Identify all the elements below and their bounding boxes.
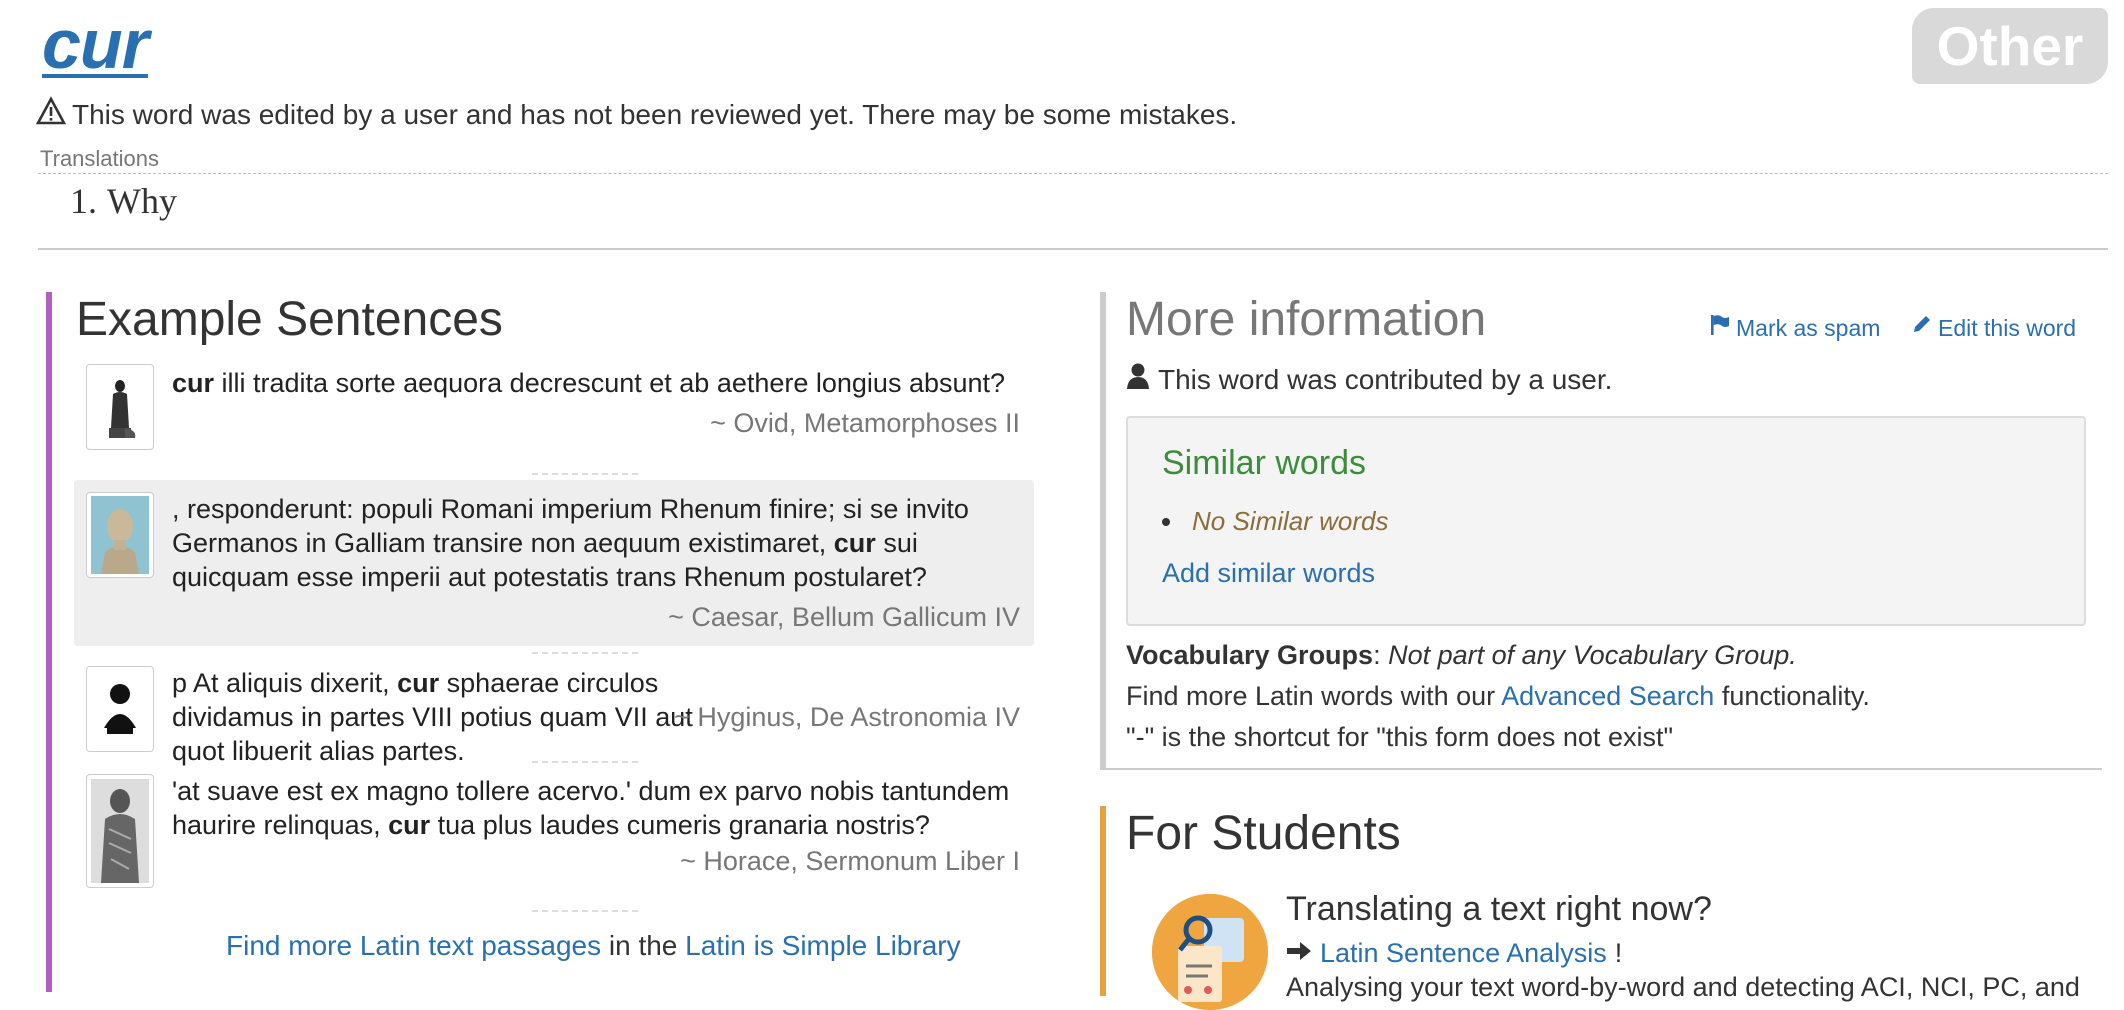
example-item: cur illi tradita sorte aequora decrescun… xyxy=(74,364,1034,454)
separator xyxy=(532,652,638,654)
translations-label: Translations xyxy=(40,146,160,171)
add-similar-words-link[interactable]: Add similar words xyxy=(1162,558,1375,589)
divider xyxy=(38,248,2108,250)
vocab-value: Not part of any Vocabulary Group. xyxy=(1388,640,1797,670)
example-sentence: cur illi tradita sorte aequora decrescun… xyxy=(172,368,1006,398)
section-heading: For Students xyxy=(1126,807,1401,860)
advanced-search-note: Find more Latin words with our Advanced … xyxy=(1126,681,1870,711)
separator xyxy=(532,910,638,912)
find-more-passages: Find more Latin text passages in the Lat… xyxy=(226,930,961,961)
more-information-panel: More information Mark as spam Edit this … xyxy=(1100,292,2102,770)
contributor-note: This word was contributed by a user. xyxy=(1126,362,1612,397)
shortcut-note: "-" is the shortcut for "this form does … xyxy=(1126,722,1674,752)
example-source[interactable]: ~ Ovid, Metamorphoses II xyxy=(710,408,1020,439)
author-thumbnail[interactable] xyxy=(86,774,154,888)
separator xyxy=(532,473,638,475)
sentence-analysis-line: Latin Sentence Analysis! xyxy=(1286,938,1622,969)
edit-word-link[interactable]: Edit this word xyxy=(1912,314,2076,342)
author-thumbnail[interactable] xyxy=(86,666,154,752)
for-students-panel: For Students Translating a text right no… xyxy=(1100,806,2102,1010)
divider xyxy=(38,173,2108,174)
word-title[interactable]: cur xyxy=(42,4,149,84)
warning-triangle-icon xyxy=(35,96,67,133)
user-icon xyxy=(1126,362,1150,397)
example-sentence: p At aliquis dixerit, cur sphaerae circu… xyxy=(172,668,693,766)
part-of-speech-badge: Other xyxy=(1912,8,2108,84)
translation-help-icon xyxy=(1152,894,1268,1010)
bullet-icon xyxy=(1162,517,1170,526)
author-thumbnail[interactable] xyxy=(86,492,154,578)
students-subheading: Translating a text right now? xyxy=(1286,890,1712,928)
example-source[interactable]: ~ Caesar, Bellum Gallicum IV xyxy=(668,602,1020,633)
advanced-search-link[interactable]: Advanced Search xyxy=(1501,681,1714,711)
section-heading: More information xyxy=(1126,293,1487,346)
find-more-link[interactable]: Find more Latin text passages xyxy=(226,930,601,961)
vocabulary-groups: Vocabulary Groups: Not part of any Vocab… xyxy=(1126,640,1797,670)
translation-number: 1. xyxy=(70,181,97,221)
example-source[interactable]: ~ Horace, Sermonum Liber I xyxy=(680,846,1020,877)
translation-text: Why xyxy=(107,181,177,221)
example-item: 'at suave est ex magno tollere acervo.' … xyxy=(74,774,1034,894)
example-sentences-panel: Example Sentences cur illi tradita sorte… xyxy=(46,292,1042,992)
translation-item: 1. Why xyxy=(70,180,177,222)
pencil-icon xyxy=(1912,314,1932,342)
mark-as-spam-link[interactable]: Mark as spam xyxy=(1710,314,1880,342)
review-warning: This word was edited by a user and has n… xyxy=(35,96,1238,133)
example-item: , responderunt: populi Romani imperium R… xyxy=(74,480,1034,646)
library-link[interactable]: Latin is Simple Library xyxy=(685,930,960,961)
separator xyxy=(532,761,638,763)
students-description: Analysing your text word-by-word and det… xyxy=(1286,972,2080,1002)
similar-words-heading: Similar words xyxy=(1162,444,1367,482)
similar-word-item: No Similar words xyxy=(1162,506,1389,537)
section-heading: Example Sentences xyxy=(76,293,503,346)
vocab-label: Vocabulary Groups xyxy=(1126,640,1374,670)
example-source[interactable]: ~ Hyginus, De Astronomia IV xyxy=(674,702,1020,733)
flag-icon xyxy=(1710,314,1730,342)
example-item: p At aliquis dixerit, cur sphaerae circu… xyxy=(74,666,1034,766)
warning-text: This word was edited by a user and has n… xyxy=(72,98,1238,130)
author-thumbnail[interactable] xyxy=(86,364,154,450)
arrow-right-icon xyxy=(1286,938,1312,969)
example-sentence: , responderunt: populi Romani imperium R… xyxy=(172,494,969,592)
sentence-analysis-link[interactable]: Latin Sentence Analysis xyxy=(1320,938,1607,969)
similar-words-box: Similar words No Similar words Add simil… xyxy=(1126,416,2086,626)
example-sentence: 'at suave est ex magno tollere acervo.' … xyxy=(172,776,1010,840)
